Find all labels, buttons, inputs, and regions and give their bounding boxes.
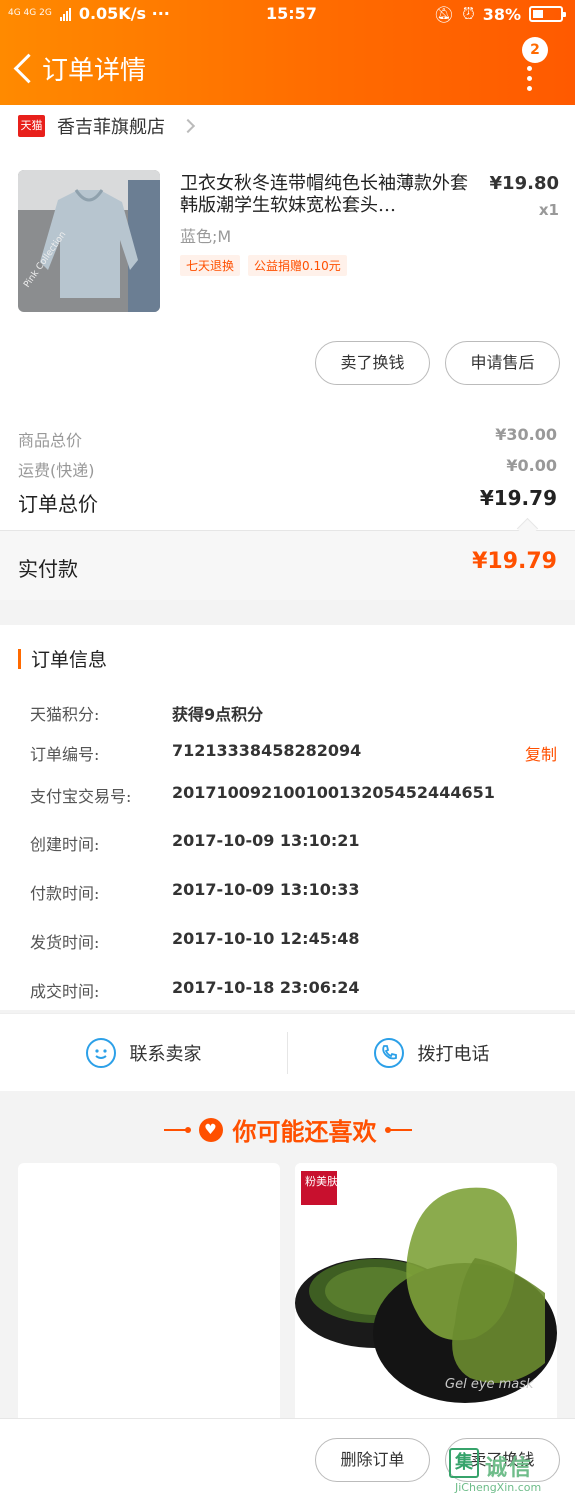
- goods-total-label: 商品总价: [18, 431, 83, 450]
- contact-bar: 联系卖家 拨打电话: [0, 1013, 575, 1091]
- info-key: 天猫积分:: [30, 705, 100, 724]
- info-key: 创建时间:: [30, 835, 100, 854]
- watermark: 集 诚信 JiChengXin.com: [449, 1448, 569, 1496]
- product-label: Gel eye mask: [445, 1377, 534, 1392]
- nav-bar: 订单详情 2: [0, 37, 575, 100]
- info-value: 获得9点积分: [172, 705, 264, 724]
- product-title[interactable]: 卫衣女秋冬连带帽纯色长袖薄款外套韩版潮学生软妹宽松套头…: [180, 173, 470, 217]
- chevron-right-icon: [180, 118, 196, 134]
- paid-section: 实付款 ¥19.79: [0, 530, 575, 600]
- recommend-title: 你可能还喜欢: [232, 1118, 377, 1146]
- tmall-logo: 天猫: [18, 115, 45, 137]
- product-tags: 七天退换 公益捐赠0.10元: [180, 255, 347, 276]
- info-key: 支付宝交易号:: [30, 787, 132, 806]
- info-value: 20171009210010013205452444651: [172, 783, 495, 802]
- copy-button[interactable]: 复制: [525, 741, 557, 765]
- header: 4G 4G 2G 0.05K/s ··· 15:57 🔕︎ ⏰︎ 38% 订单详…: [0, 0, 575, 105]
- watermark-url: JiChengXin.com: [455, 1481, 542, 1494]
- more-button[interactable]: 2: [519, 37, 549, 95]
- order-number: 71213338458282094: [172, 741, 362, 760]
- info-value: 2017-10-09 13:10:21: [172, 831, 360, 850]
- info-row: 天猫积分: 获得9点积分: [30, 701, 557, 725]
- info-row: 订单编号: 71213338458282094 复制: [30, 741, 557, 765]
- watermark-text: 诚信: [485, 1456, 534, 1481]
- contact-seller-button[interactable]: 联系卖家: [0, 1014, 287, 1092]
- network-indicator: 4G 4G 2G: [8, 8, 52, 18]
- paid-label: 实付款: [18, 557, 78, 581]
- paid-value: ¥19.79: [472, 549, 557, 574]
- info-row: 付款时间: 2017-10-09 13:10:33: [30, 880, 557, 904]
- contact-seller-label: 联系卖家: [129, 1044, 202, 1065]
- recommend-heading: ♥ 你可能还喜欢: [0, 1112, 575, 1147]
- phone-icon: [373, 1038, 404, 1068]
- battery-icon: [529, 6, 566, 22]
- product-quantity: x1: [538, 201, 559, 219]
- battery-level: [533, 10, 543, 18]
- product-image[interactable]: Pink Collection: [18, 170, 160, 312]
- order-card: 天猫 香吉菲旗舰店 Pink Collection 卫衣女秋冬连带帽纯色长袖薄款…: [0, 105, 575, 600]
- heading-marker: [18, 648, 21, 669]
- info-value: 2017-10-09 13:10:33: [172, 880, 360, 899]
- delete-order-button[interactable]: 删除订单: [315, 1438, 430, 1482]
- info-key: 发货时间:: [30, 933, 100, 952]
- bottom-bar: 删除订单 卖了换钱 集 诚信 JiChengXin.com: [0, 1418, 575, 1500]
- shipping-value: ¥0.00: [506, 456, 557, 475]
- heart-icon: ♥: [198, 1117, 223, 1142]
- eye-mask-image: 粉美肤康 Gel eye mask: [295, 1163, 557, 1433]
- clock: 15:57: [266, 4, 317, 23]
- info-row: 成交时间: 2017-10-18 23:06:24: [30, 978, 557, 1002]
- watermark-logo: 集: [449, 1448, 479, 1478]
- back-icon[interactable]: [12, 52, 36, 86]
- mute-icon: 🔕︎: [433, 4, 455, 24]
- alarm-icon: ⏰︎: [462, 4, 475, 23]
- info-value: 2017-10-10 12:45:48: [172, 929, 360, 948]
- more-icon: [527, 66, 533, 91]
- call-button[interactable]: 拨打电话: [288, 1014, 575, 1092]
- battery-percent: 38%: [482, 4, 521, 24]
- info-key: 订单编号:: [30, 745, 100, 764]
- info-key: 付款时间:: [30, 884, 100, 903]
- info-row: 发货时间: 2017-10-10 12:45:48: [30, 929, 557, 953]
- decor-line: [384, 1126, 412, 1133]
- after-sale-button[interactable]: 申请售后: [445, 341, 560, 385]
- goods-total-value: ¥30.00: [495, 425, 557, 444]
- net-speed: 0.05K/s ···: [78, 4, 170, 23]
- order-info-heading: 订单信息: [18, 645, 107, 672]
- info-value: 2017-10-18 23:06:24: [172, 978, 360, 997]
- status-bar: 4G 4G 2G 0.05K/s ··· 15:57 🔕︎ ⏰︎ 38%: [0, 0, 575, 30]
- decor-line: [163, 1126, 191, 1133]
- recommend-card-1[interactable]: [18, 1163, 280, 1433]
- signal-icon: [59, 7, 71, 21]
- product-price: ¥19.80: [489, 173, 559, 194]
- sell-button[interactable]: 卖了换钱: [315, 341, 430, 385]
- call-label: 拨打电话: [417, 1044, 490, 1065]
- chat-icon: [85, 1038, 116, 1068]
- tag-return: 七天退换: [180, 255, 241, 276]
- shop-row[interactable]: 天猫 香吉菲旗舰店: [18, 113, 196, 139]
- message-badge: 2: [522, 37, 548, 63]
- tag-charity: 公益捐赠0.10元: [248, 255, 347, 276]
- order-total-value: ¥19.79: [479, 486, 557, 510]
- info-row: 创建时间: 2017-10-09 13:10:21: [30, 831, 557, 855]
- product-spec: 蓝色;M: [180, 227, 232, 246]
- order-total-label: 订单总价: [18, 492, 98, 516]
- order-info-title: 订单信息: [31, 649, 108, 671]
- order-info-card: 订单信息 天猫积分: 获得9点积分 订单编号: 7121333845828209…: [0, 625, 575, 1010]
- shop-name: 香吉菲旗舰店: [57, 117, 165, 138]
- shipping-label: 运费(快递): [18, 461, 95, 480]
- brand-logo-text: 粉美肤康: [305, 1174, 349, 1188]
- info-row: 支付宝交易号: 20171009210010013205452444651: [30, 783, 557, 807]
- page-title: 订单详情: [42, 56, 147, 86]
- info-key: 成交时间:: [30, 982, 100, 1001]
- recommend-card-2[interactable]: 粉美肤康 Gel eye mask: [295, 1163, 557, 1433]
